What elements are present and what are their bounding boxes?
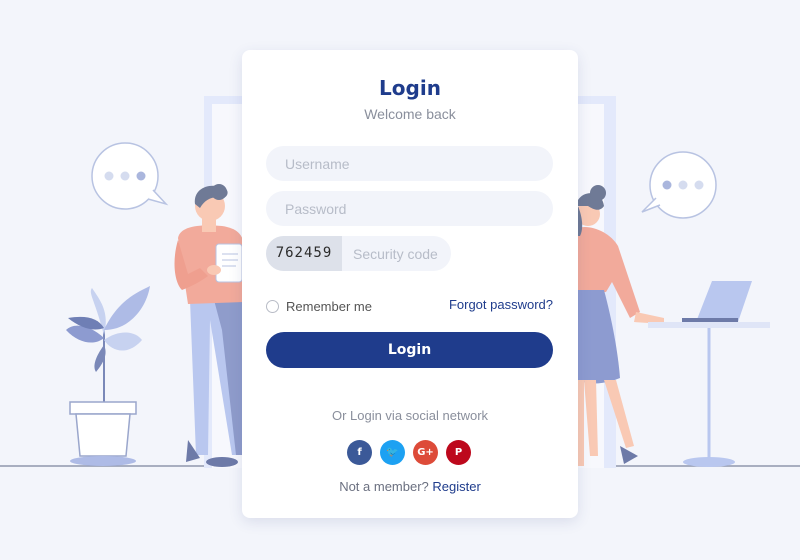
security-code-input[interactable] [342,236,451,271]
login-title: Login [379,76,441,100]
pinterest-icon[interactable]: P [446,440,471,465]
captcha-code: 762459 [266,236,342,271]
login-button[interactable]: Login [266,332,553,368]
forgot-password-link[interactable]: Forgot password? [449,297,553,312]
speech-bubble-left-icon [91,142,169,210]
register-link[interactable]: Register [432,479,480,494]
speech-bubble-right-icon [641,151,717,219]
potted-plant-icon [66,286,150,466]
facebook-icon[interactable]: f [347,440,372,465]
signup-line: Not a member? Register [242,479,578,494]
signup-prompt: Not a member? [339,479,433,494]
remember-checkbox[interactable] [266,299,279,313]
remember-me[interactable]: Remember me [266,298,372,314]
remember-label: Remember me [286,298,372,314]
social-login-text: Or Login via social network [331,408,489,423]
social-buttons: f 🐦 G+ P [347,440,471,466]
username-input[interactable] [266,146,553,181]
login-card: Login Welcome back 762459 Remember me Fo… [242,50,578,518]
login-subtitle: Welcome back [364,106,456,122]
password-input[interactable] [266,191,553,226]
desk-laptop-illustration [648,281,770,467]
security-code-group: 762459 [266,236,451,271]
google-plus-icon[interactable]: G+ [413,440,438,465]
twitter-icon[interactable]: 🐦 [380,440,405,465]
